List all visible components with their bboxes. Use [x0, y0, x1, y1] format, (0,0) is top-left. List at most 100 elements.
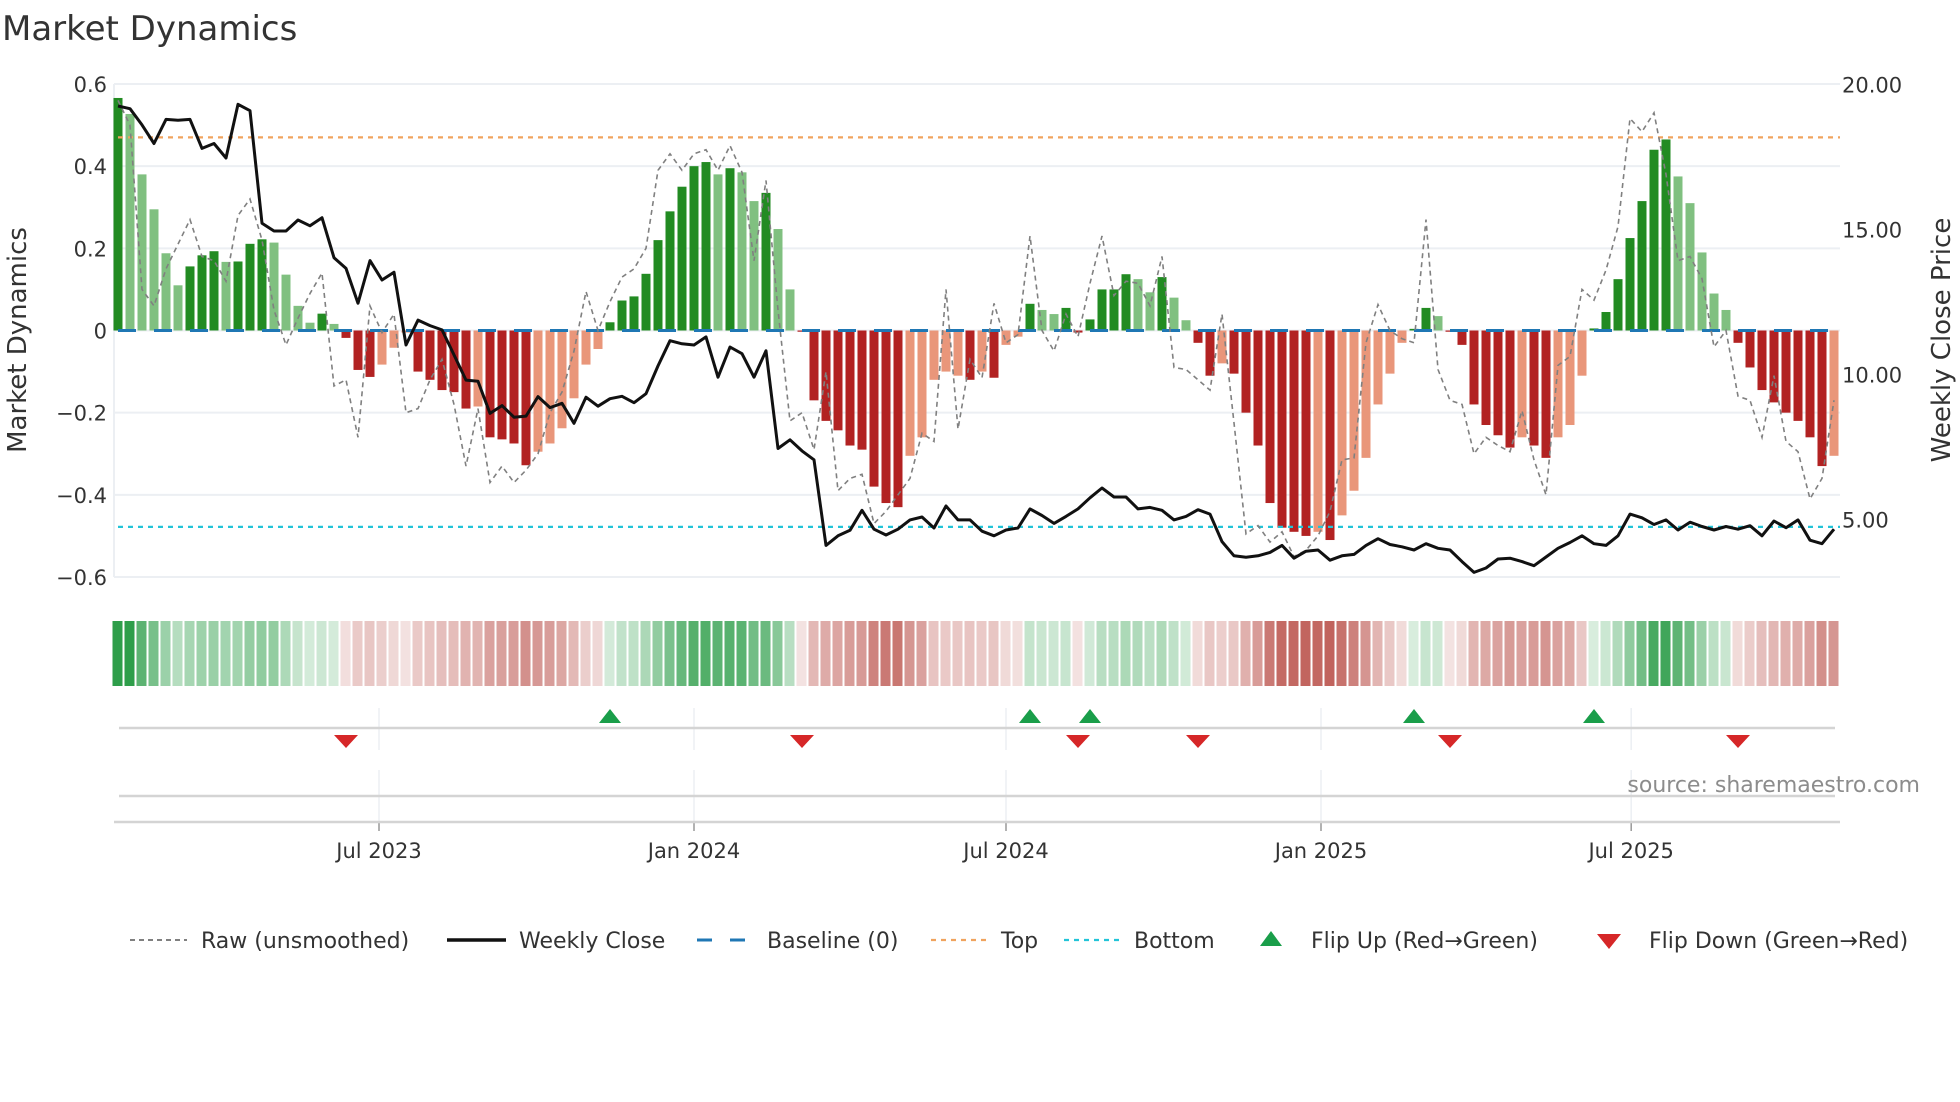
strip-cell — [868, 621, 879, 686]
strip-cell — [1624, 621, 1635, 686]
strip-cell — [1492, 621, 1503, 686]
strip-cell — [916, 621, 927, 686]
dynamics-bar — [617, 300, 627, 331]
strip-cell — [1696, 621, 1707, 686]
dynamics-bar — [125, 113, 135, 331]
strip-cell — [1468, 621, 1479, 686]
legend-label-flip-down: Flip Down (Green→Red) — [1649, 929, 1908, 954]
y-tick-label: −0.4 — [56, 484, 107, 508]
dynamics-bar — [713, 174, 723, 331]
strip-cell — [208, 621, 219, 686]
strip-cell — [352, 621, 363, 686]
dynamics-bar — [1193, 330, 1203, 343]
dynamics-bar — [317, 313, 327, 331]
strip-cell — [580, 621, 591, 686]
strip-cell — [532, 621, 543, 686]
strip-cell — [748, 621, 759, 686]
dynamics-bar — [989, 330, 999, 378]
dynamics-bar — [665, 211, 675, 331]
y-axis-label: Market Dynamics — [3, 227, 33, 453]
dynamics-bar — [809, 330, 819, 401]
strip-cell — [400, 621, 411, 686]
dynamics-bar — [377, 330, 387, 365]
dynamics-bar — [905, 330, 915, 456]
dynamics-bar — [953, 330, 963, 376]
strip-cell — [616, 621, 627, 686]
strip-cell — [568, 621, 579, 686]
strip-cell — [328, 621, 339, 686]
strip-cell — [280, 621, 291, 686]
dynamics-bar — [1553, 330, 1563, 438]
dynamics-bar — [1037, 309, 1047, 331]
dynamics-bar — [1085, 319, 1095, 331]
flip-up-marker — [1583, 709, 1605, 723]
dynamics-bar — [605, 322, 615, 331]
x-tick-label: Jul 2025 — [1586, 839, 1673, 863]
strip-cell — [1804, 621, 1815, 686]
legend-label-raw: Raw (unsmoothed) — [201, 929, 409, 954]
y2-tick-label: 20.00 — [1842, 73, 1902, 97]
y-tick-label: 0 — [94, 320, 107, 344]
strip-cell — [1528, 621, 1539, 686]
strip-cell — [1024, 621, 1035, 686]
flip-up-marker — [1019, 709, 1041, 723]
weekly-close-line — [117, 102, 1836, 574]
strip-cell — [952, 621, 963, 686]
dynamics-bar — [1373, 330, 1383, 405]
strip-cell — [220, 621, 231, 686]
strip-cell — [1000, 621, 1011, 686]
flip-down-marker — [334, 735, 358, 748]
dynamics-bar — [869, 330, 879, 487]
dynamics-bar — [1481, 330, 1491, 425]
strip-cell — [172, 621, 183, 686]
dynamics-bar — [1277, 330, 1287, 528]
strip-cell — [1300, 621, 1311, 686]
strip-cell — [1096, 621, 1107, 686]
dynamics-bar — [521, 330, 531, 466]
strip-cell — [880, 621, 891, 686]
strip-cell — [1444, 621, 1455, 686]
dynamics-bar — [761, 192, 771, 331]
strip-cell — [1516, 621, 1527, 686]
strip-cell — [556, 621, 567, 686]
dynamics-bar — [929, 330, 939, 380]
strip-cell — [1768, 621, 1779, 686]
strip-cell — [1012, 621, 1023, 686]
strip-cell — [832, 621, 843, 686]
legend: Raw (unsmoothed) Weekly Close Baseline (0)… — [130, 929, 1908, 954]
dynamics-bar — [473, 330, 483, 407]
strip-cell — [604, 621, 615, 686]
strip-cell — [340, 621, 351, 686]
strip-cell — [1360, 621, 1371, 686]
dynamics-bar — [173, 285, 183, 331]
dynamics-bar — [257, 239, 267, 331]
dynamics-bar — [1337, 330, 1347, 516]
strip-cell — [1564, 621, 1575, 686]
strip-cell — [1204, 621, 1215, 686]
dynamics-bar — [1313, 330, 1323, 532]
strip-cell — [1708, 621, 1719, 686]
strip-cell — [544, 621, 555, 686]
strip-cell — [1792, 621, 1803, 686]
strip-cell — [1552, 621, 1563, 686]
strip-cell — [1144, 621, 1155, 686]
dynamics-bar — [221, 261, 231, 331]
dynamics-bar — [1457, 330, 1467, 345]
dynamics-bar — [185, 266, 195, 331]
strip-cell — [964, 621, 975, 686]
flip-up-marker — [1403, 709, 1425, 723]
strip-cell — [316, 621, 327, 686]
strip-cell — [1408, 621, 1419, 686]
dynamics-bar — [593, 330, 603, 349]
dynamics-bar — [1385, 330, 1395, 374]
dynamics-bar — [569, 330, 579, 399]
strip-cell — [1480, 621, 1491, 686]
strip-cell — [940, 621, 951, 686]
strip-cell — [988, 621, 999, 686]
dynamics-bar — [1241, 330, 1251, 413]
dynamics-bar — [785, 289, 795, 331]
strip-cell — [856, 621, 867, 686]
y-tick-label: 0.4 — [74, 155, 107, 179]
dynamics-bar — [1097, 289, 1107, 331]
x-tick-label: Jul 2024 — [961, 839, 1048, 863]
